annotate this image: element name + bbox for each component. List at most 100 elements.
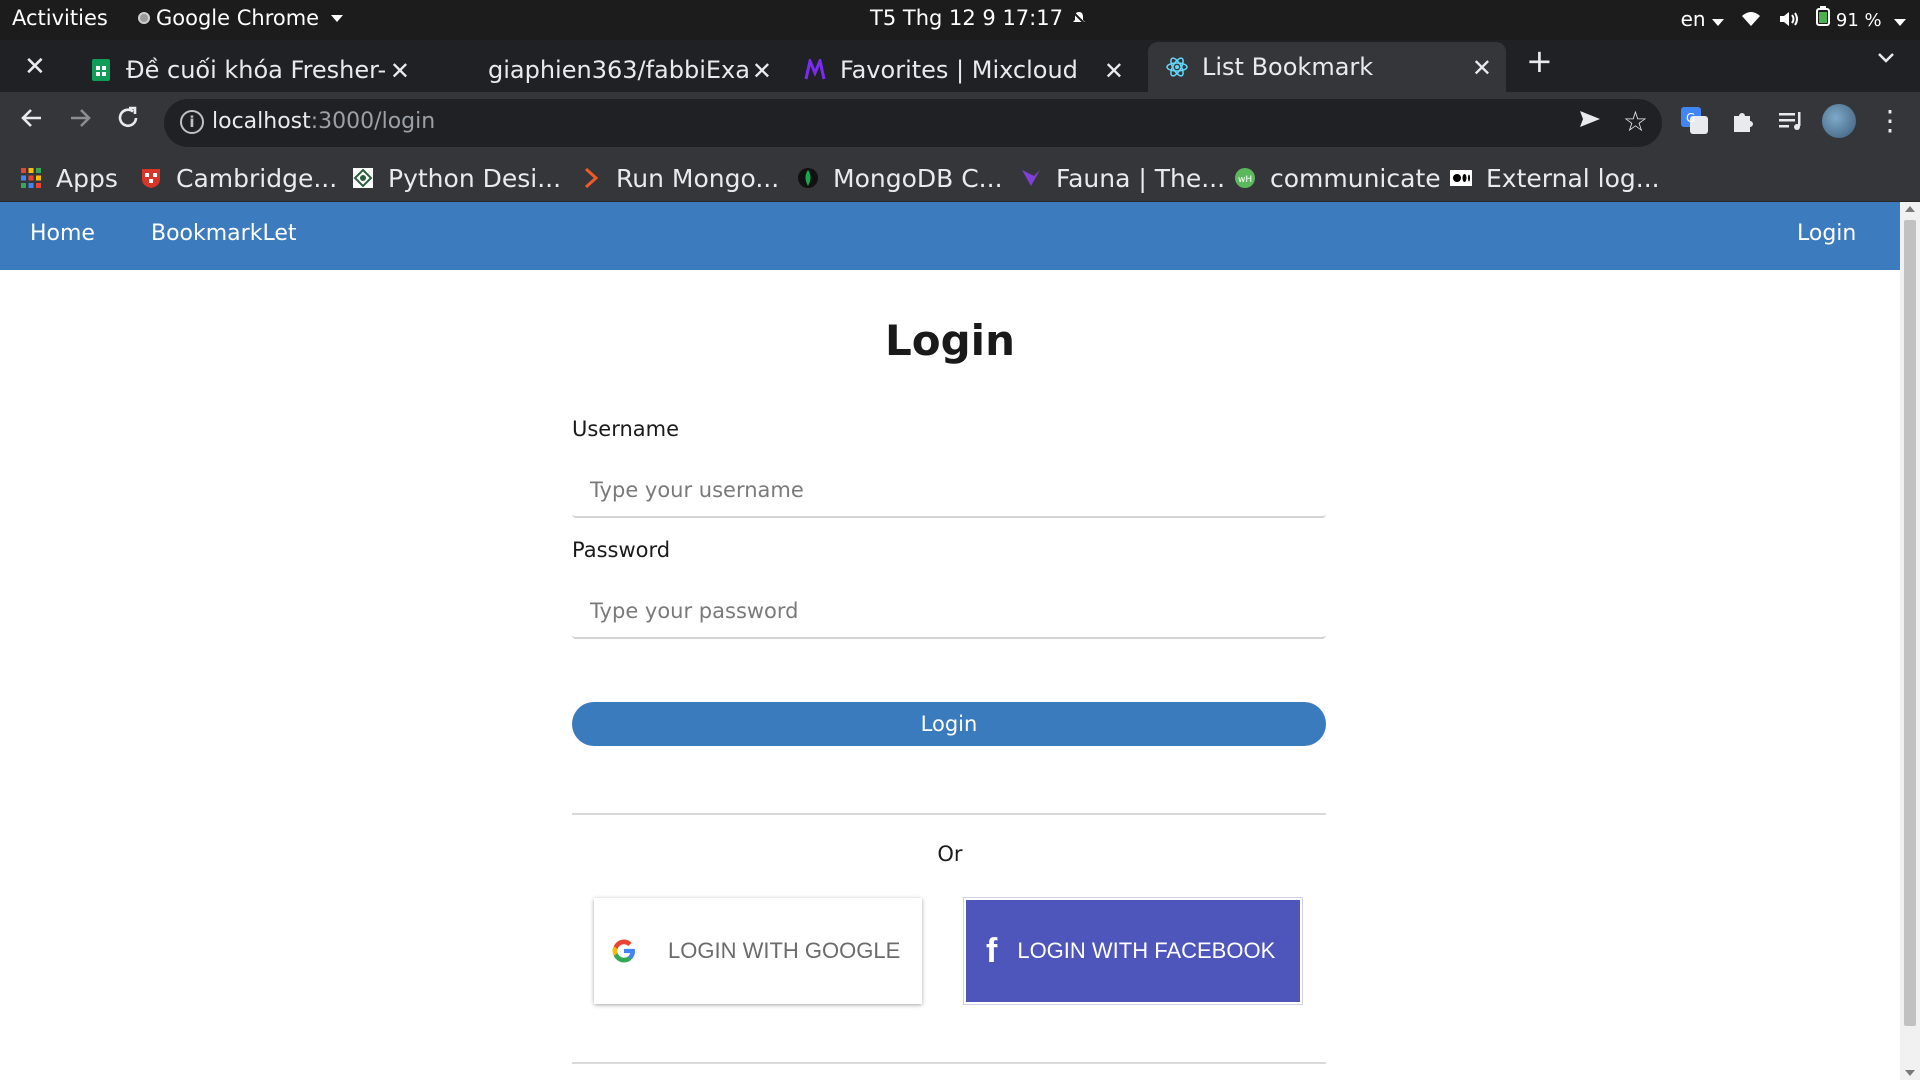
extensions-puzzle-icon[interactable]	[1728, 106, 1758, 136]
scroll-up-arrow-icon[interactable]	[1905, 206, 1915, 212]
url-path: :3000/login	[310, 109, 436, 134]
close-tab-icon[interactable]: ✕	[1104, 57, 1124, 85]
new-tab-button[interactable]: +	[1526, 42, 1553, 80]
arrow-right-icon	[71, 109, 91, 127]
bookmark-communicate[interactable]: wH communicate	[1234, 160, 1441, 196]
bookmark-python-design[interactable]: Python Desi...	[352, 160, 561, 196]
back-button[interactable]	[14, 104, 50, 140]
google-button-label: LOGIN WITH GOOGLE	[668, 938, 901, 963]
apps-grid-icon	[21, 168, 41, 188]
username-input[interactable]	[572, 464, 1326, 518]
bookmark-fauna[interactable]: Fauna | The...	[1020, 160, 1225, 196]
browser-toolbar: i localhost:3000/login ☆ G ⋮	[0, 92, 1920, 154]
app-menu[interactable]: Google Chrome	[138, 6, 344, 30]
nav-bookmarklet-link[interactable]: BookmarkLet	[151, 221, 296, 246]
bookmark-external-login[interactable]: External log...	[1450, 160, 1660, 196]
wifi-icon	[1741, 11, 1760, 26]
google-translate-icon[interactable]: G	[1680, 106, 1710, 136]
github-icon	[452, 59, 474, 81]
address-bar[interactable]: i localhost:3000/login ☆	[164, 99, 1662, 147]
tab-title: giaphien363/fabbiExar	[488, 56, 750, 84]
language-label: en	[1680, 6, 1706, 31]
send-to-devices-icon[interactable]	[1578, 107, 1602, 138]
more-menu-icon[interactable]: ⋮	[1876, 106, 1906, 136]
medium-icon	[1450, 170, 1472, 186]
divider	[572, 813, 1326, 815]
address-url[interactable]: localhost:3000/login	[212, 109, 435, 134]
close-tab-icon[interactable]: ✕	[1472, 54, 1492, 82]
username-label: Username	[572, 417, 680, 441]
close-window-icon[interactable]: ✕	[24, 52, 46, 82]
bookmark-apps[interactable]: Apps	[20, 160, 118, 196]
bookmarks-bar: Apps Cambridge... Python Desi... Run Mon…	[0, 154, 1920, 202]
clock[interactable]: T5 Thg 12 9 17:17	[870, 6, 1087, 30]
tab-list-bookmark[interactable]: List Bookmark ✕	[1148, 42, 1506, 92]
chevron-down-icon	[1894, 19, 1906, 26]
page-title: Login	[885, 316, 1015, 365]
tab-strip: ✕ Đề cuối khóa Fresher-I ✕ giaphien363/f…	[0, 40, 1920, 126]
or-separator-label: Or	[937, 842, 963, 866]
tab-sheet[interactable]: Đề cuối khóa Fresher-I ✕	[90, 48, 420, 92]
tab-search-button[interactable]	[1876, 50, 1896, 69]
bookmark-star-icon[interactable]: ☆	[1623, 105, 1648, 138]
chat-icon: wH	[1235, 168, 1255, 188]
chevron-down-icon	[1711, 18, 1724, 26]
bookmark-label: Run Mongo...	[616, 163, 780, 193]
close-tab-icon[interactable]: ✕	[390, 57, 410, 85]
url-host: localhost	[212, 109, 311, 134]
system-tray[interactable]: en 91 %	[1681, 6, 1906, 31]
scroll-down-arrow-icon[interactable]	[1905, 1070, 1915, 1076]
language-indicator[interactable]: en	[1681, 7, 1724, 31]
bookmark-run-mongo[interactable]: Run Mongo...	[580, 160, 779, 196]
nav-home-link[interactable]: Home	[30, 221, 95, 246]
site-info-icon[interactable]: i	[180, 110, 204, 134]
notifications-muted-icon	[1072, 11, 1086, 25]
chrome-app-icon	[138, 12, 150, 24]
media-queue-icon[interactable]	[1776, 106, 1806, 136]
bookmark-mongodb[interactable]: MongoDB C...	[797, 160, 1003, 196]
password-label: Password	[572, 538, 671, 562]
app-menu-label: Google Chrome	[156, 6, 320, 30]
reload-button[interactable]	[110, 104, 146, 140]
page-scrollbar[interactable]	[1900, 202, 1920, 1080]
svg-text:wH: wH	[1238, 175, 1252, 185]
bookmark-cambridge[interactable]: Cambridge...	[140, 160, 337, 196]
scrollbar-thumb[interactable]	[1904, 220, 1916, 1026]
facebook-f-icon: f	[986, 931, 998, 970]
google-sheets-icon	[92, 59, 110, 81]
chevron-down-icon	[331, 14, 344, 22]
bookmark-label: Python Desi...	[388, 163, 562, 193]
bookmark-label: Fauna | The...	[1056, 163, 1226, 193]
mixcloud-icon	[804, 59, 826, 80]
google-g-icon	[612, 939, 635, 963]
battery-icon	[1815, 6, 1830, 26]
nav-login-link[interactable]: Login	[1797, 221, 1856, 246]
tab-mixcloud[interactable]: Favorites | Mixcloud ✕	[804, 48, 1134, 92]
mongodb-leaf-icon	[798, 168, 818, 188]
close-tab-icon[interactable]: ✕	[752, 57, 772, 85]
activities-button[interactable]: Activities	[12, 6, 108, 30]
profile-avatar[interactable]	[1822, 104, 1856, 138]
react-icon	[1166, 57, 1188, 77]
login-with-google-button[interactable]: LOGIN WITH GOOGLE	[594, 898, 922, 1004]
forward-button[interactable]	[62, 104, 98, 140]
tab-title: List Bookmark	[1202, 53, 1374, 81]
python-design-icon	[353, 168, 373, 188]
battery-indicator[interactable]: 91 %	[1815, 6, 1906, 31]
bookmark-label: Cambridge...	[176, 163, 338, 193]
divider	[572, 1062, 1326, 1064]
tab-title: Đề cuối khóa Fresher-I	[126, 56, 388, 84]
reload-icon	[118, 106, 138, 127]
password-input[interactable]	[572, 585, 1326, 639]
run-icon	[584, 167, 599, 189]
system-top-bar: Activities Google Chrome T5 Thg 12 9 17:…	[0, 0, 1920, 40]
tab-github[interactable]: giaphien363/fabbiExar ✕	[452, 48, 782, 92]
chevron-down-icon	[1878, 53, 1894, 63]
bookmark-label: External log...	[1486, 163, 1660, 193]
bookmark-label: Apps	[56, 163, 118, 193]
login-with-facebook-button[interactable]: f LOGIN WITH FACEBOOK	[963, 897, 1303, 1005]
login-submit-button[interactable]: Login	[572, 702, 1326, 746]
bookmark-label: communicate	[1270, 163, 1441, 193]
site-navbar: Home BookmarkLet Login	[0, 202, 1900, 270]
page-viewport: Home BookmarkLet Login Login Username Pa…	[0, 202, 1900, 1080]
